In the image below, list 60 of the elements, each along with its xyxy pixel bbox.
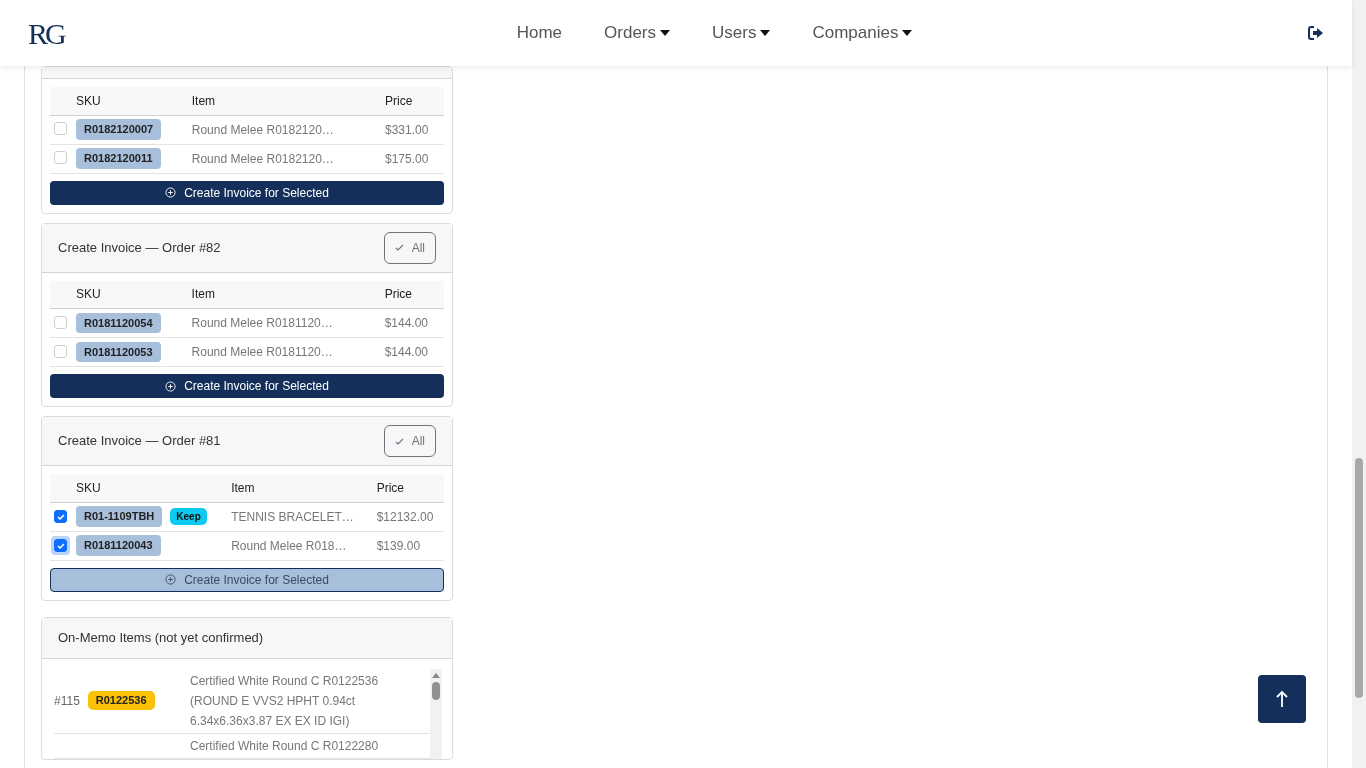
price-cell: $175.00	[385, 144, 444, 173]
column-header: Price	[376, 474, 444, 502]
keep-badge: Keep	[170, 508, 207, 525]
scrollbar-thumb[interactable]	[432, 681, 440, 700]
create-invoice-button[interactable]: Create Invoice for Selected	[50, 180, 444, 205]
price-cell: $139.00	[376, 531, 444, 560]
price-cell: $144.00	[384, 337, 444, 367]
nav-link[interactable]: Companies	[812, 20, 913, 46]
column-header: Price	[385, 87, 444, 115]
sku-badge: R01-1109TBH	[76, 506, 163, 527]
price-cell: $331.00	[385, 115, 444, 144]
card-title: On-Memo Items (not yet confirmed)	[58, 628, 264, 647]
plus-circle-icon	[165, 187, 177, 198]
select-all-button[interactable]: All	[383, 231, 436, 264]
nav-link[interactable]: Orders	[604, 20, 670, 46]
sku-badge: R0182120011	[76, 148, 161, 169]
sku-badge: R0182120007	[76, 119, 162, 140]
column-header: Item	[191, 280, 385, 309]
create-invoice-button[interactable]: Create Invoice for Selected	[50, 567, 444, 592]
sku-badge: R0122536	[87, 691, 155, 710]
sku-badge: R0181120053	[76, 341, 161, 363]
back-to-top-button[interactable]	[1258, 675, 1306, 723]
item-cell: TENNIS BRACELET…	[231, 502, 377, 531]
check-icon	[56, 542, 65, 549]
select-all-button[interactable]: All	[383, 425, 436, 457]
column-header: SKU	[76, 474, 232, 502]
plus-circle-icon	[165, 380, 177, 392]
item-cell: Round Melee R0181120…	[191, 308, 385, 338]
sku-badge: R0181120054	[76, 312, 161, 334]
scrollbar[interactable]	[430, 668, 442, 759]
brand-logo[interactable]: RG	[28, 10, 64, 56]
column-header: SKU	[76, 280, 192, 309]
check-icon	[394, 437, 404, 445]
page-scrollbar[interactable]	[1352, 0, 1366, 768]
card-title: Create Invoice — Order #82	[58, 238, 221, 257]
arrow-up-icon	[1275, 690, 1289, 708]
item-cell: Round Melee R0182120…	[191, 144, 385, 173]
column-header: Item	[231, 474, 377, 502]
scroll-up-icon[interactable]	[432, 672, 440, 678]
check-icon	[56, 513, 65, 520]
memo-description: Certified White Round C R0122536 (ROUND E VVS2 HPHT 0.94ct 6.34x6.36x3.87 EX EX ID IGI)	[190, 672, 380, 730]
item-cell: Round Melee R0182120…	[191, 115, 385, 144]
row-checkbox[interactable]	[54, 510, 67, 524]
create-invoice-button[interactable]: Create Invoice for Selected	[50, 374, 444, 398]
nav-link[interactable]: Home	[516, 20, 563, 46]
check-icon	[394, 244, 404, 251]
sku-badge: R0181120043	[76, 535, 161, 556]
column-header: Price	[384, 280, 444, 309]
item-cell: Round Melee R0181120…	[191, 337, 385, 367]
column-header: Item	[191, 87, 385, 115]
nav-link[interactable]: Users	[712, 20, 771, 46]
item-cell: Round Melee R018…	[231, 531, 377, 560]
price-cell: $144.00	[384, 308, 444, 338]
column-header: SKU	[76, 87, 192, 115]
price-cell: $12132.00	[376, 502, 444, 531]
memo-description: Certified White Round C R0122280	[190, 737, 380, 755]
card-title: Create Invoice — Order #81	[58, 432, 221, 451]
memo-number: #115	[54, 692, 80, 710]
plus-circle-icon	[165, 574, 177, 585]
logout-icon[interactable]	[1308, 26, 1324, 40]
